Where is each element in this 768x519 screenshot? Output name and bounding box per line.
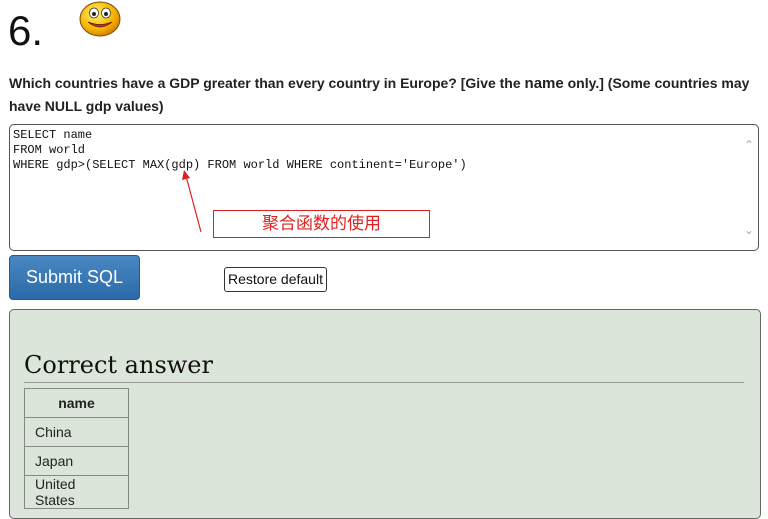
sql-code[interactable]: SELECT name FROM world WHERE gdp>(SELECT… <box>13 128 467 173</box>
table-cell: United States <box>24 475 129 509</box>
answer-title: Correct answer <box>24 348 744 383</box>
answer-table: name China Japan United States <box>24 388 129 509</box>
question-text: Which countries have a GDP greater than … <box>9 75 750 114</box>
question-keyword: name <box>524 75 564 92</box>
table-row: United States <box>24 475 129 509</box>
table-row: China <box>24 417 129 447</box>
column-header-name: name <box>24 388 129 418</box>
annotation-label: 聚合函数的使用 <box>213 210 430 238</box>
smiley-face-icon <box>79 1 121 37</box>
table-cell: Japan <box>24 446 129 476</box>
question-number: 6. <box>8 7 44 54</box>
submit-sql-button[interactable]: Submit SQL <box>9 255 140 300</box>
table-cell: China <box>24 417 129 447</box>
table-header-row: name <box>24 388 129 418</box>
annotation-arrow <box>182 170 202 233</box>
scroll-down-chevron-icon[interactable]: ⌄ <box>743 224 755 236</box>
answer-panel: Correct answer name China Japan United S… <box>9 309 761 519</box>
restore-default-button[interactable]: Restore default <box>224 267 327 292</box>
scroll-up-chevron-icon[interactable]: ⌃ <box>743 139 755 151</box>
table-row: Japan <box>24 446 129 476</box>
